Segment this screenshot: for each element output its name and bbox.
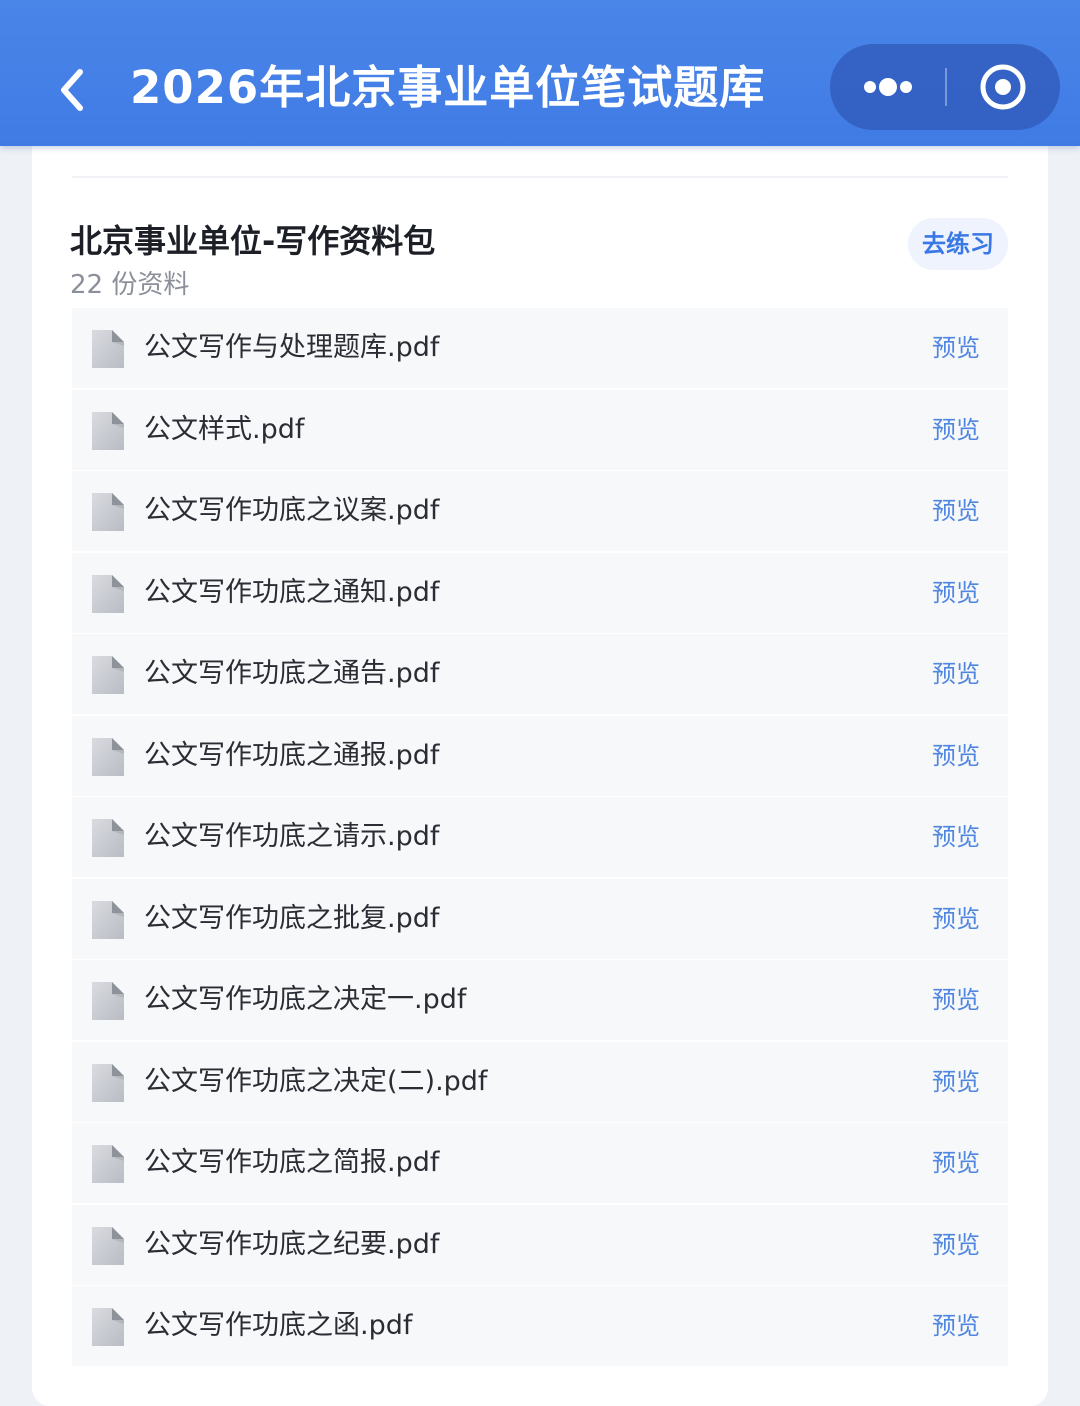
file-name: 公文样式.pdf bbox=[144, 413, 305, 445]
document-icon bbox=[88, 817, 128, 859]
close-button[interactable] bbox=[947, 44, 1060, 130]
file-name: 公文写作功底之简报.pdf bbox=[144, 1147, 440, 1178]
file-row[interactable]: 公文写作功底之函.pdf 预览 bbox=[72, 1286, 1008, 1366]
mini-program-capsule bbox=[830, 44, 1060, 130]
preview-link[interactable]: 预览 bbox=[932, 879, 980, 959]
preview-link[interactable]: 预览 bbox=[932, 1205, 980, 1285]
preview-link[interactable]: 预览 bbox=[932, 471, 980, 551]
file-name: 公文写作功底之函.pdf bbox=[144, 1310, 413, 1341]
preview-link[interactable]: 预览 bbox=[932, 797, 980, 877]
target-close-icon bbox=[947, 44, 1060, 130]
navigation-bar: 2026年北京事业单位笔试题库 bbox=[0, 0, 1080, 146]
file-name: 公文写作功底之批复.pdf bbox=[144, 902, 440, 934]
more-dots-icon bbox=[830, 44, 945, 130]
section-header: 北京事业单位-写作资料包 22 份资料 去练习 bbox=[32, 194, 1048, 304]
practice-button[interactable]: 去练习 bbox=[908, 218, 1008, 270]
preview-link[interactable]: 预览 bbox=[932, 960, 980, 1040]
preview-link[interactable]: 预览 bbox=[932, 553, 980, 633]
document-icon bbox=[88, 491, 128, 533]
document-icon bbox=[88, 654, 128, 696]
file-row[interactable]: 公文写作功底之请示.pdf 预览 bbox=[72, 797, 1008, 877]
file-row[interactable]: 公文写作功底之简报.pdf 预览 bbox=[72, 1123, 1008, 1203]
file-row[interactable]: 公文样式.pdf 预览 bbox=[72, 389, 1008, 470]
file-name: 公文写作功底之决定(二).pdf bbox=[144, 1065, 488, 1097]
file-row[interactable]: 公文写作功底之通告.pdf 预览 bbox=[72, 634, 1008, 714]
preview-link[interactable]: 预览 bbox=[932, 1286, 980, 1366]
file-name: 公文写作功底之纪要.pdf bbox=[144, 1228, 440, 1260]
material-card: 北京事业单位-写作资料包 22 份资料 去练习 公文写作与处理题库.pdf 预览 bbox=[32, 146, 1048, 1406]
chevron-left-icon bbox=[52, 62, 96, 118]
file-name: 公文写作功底之请示.pdf bbox=[144, 821, 440, 852]
document-icon bbox=[88, 1306, 128, 1348]
preview-link[interactable]: 预览 bbox=[932, 308, 980, 388]
document-icon bbox=[88, 1143, 128, 1185]
file-list: 公文写作与处理题库.pdf 预览 公文样式.pdf 预览 公文写作功底之议案.p… bbox=[72, 308, 1008, 1368]
file-row[interactable]: 公文写作功底之议案.pdf 预览 bbox=[72, 471, 1008, 551]
file-row[interactable]: 公文写作功底之决定一.pdf 预览 bbox=[72, 960, 1008, 1040]
file-name: 公文写作功底之通知.pdf bbox=[144, 576, 440, 608]
document-icon bbox=[88, 1062, 128, 1104]
file-name: 公文写作功底之决定一.pdf bbox=[144, 984, 467, 1015]
document-icon bbox=[88, 736, 128, 778]
file-name: 公文写作与处理题库.pdf bbox=[144, 332, 440, 363]
file-row[interactable]: 公文写作功底之批复.pdf 预览 bbox=[72, 878, 1008, 959]
material-count: 22 份资料 bbox=[70, 270, 190, 300]
file-row[interactable]: 公文写作功底之通报.pdf 预览 bbox=[72, 715, 1008, 796]
preview-link[interactable]: 预览 bbox=[932, 634, 980, 714]
back-button[interactable] bbox=[52, 62, 96, 118]
document-icon bbox=[88, 573, 128, 615]
file-name: 公文写作功底之通告.pdf bbox=[144, 658, 440, 689]
page-title: 2026年北京事业单位笔试题库 bbox=[130, 61, 766, 114]
document-icon bbox=[88, 980, 128, 1022]
document-icon bbox=[88, 899, 128, 941]
preview-link[interactable]: 预览 bbox=[932, 390, 980, 470]
preview-link[interactable]: 预览 bbox=[932, 716, 980, 796]
preview-link[interactable]: 预览 bbox=[932, 1123, 980, 1203]
document-icon bbox=[88, 1225, 128, 1267]
file-row[interactable]: 公文写作与处理题库.pdf 预览 bbox=[72, 308, 1008, 388]
file-row[interactable]: 公文写作功底之决定(二).pdf 预览 bbox=[72, 1041, 1008, 1122]
file-row[interactable]: 公文写作功底之纪要.pdf 预览 bbox=[72, 1204, 1008, 1285]
file-row[interactable]: 公文写作功底之通知.pdf 预览 bbox=[72, 552, 1008, 633]
more-button[interactable] bbox=[830, 44, 945, 130]
document-icon bbox=[88, 410, 128, 452]
document-icon bbox=[88, 328, 128, 370]
preview-link[interactable]: 预览 bbox=[932, 1042, 980, 1122]
file-name: 公文写作功底之议案.pdf bbox=[144, 495, 440, 526]
section-title: 北京事业单位-写作资料包 bbox=[70, 222, 436, 260]
card-divider bbox=[72, 176, 1008, 178]
file-name: 公文写作功底之通报.pdf bbox=[144, 739, 440, 771]
